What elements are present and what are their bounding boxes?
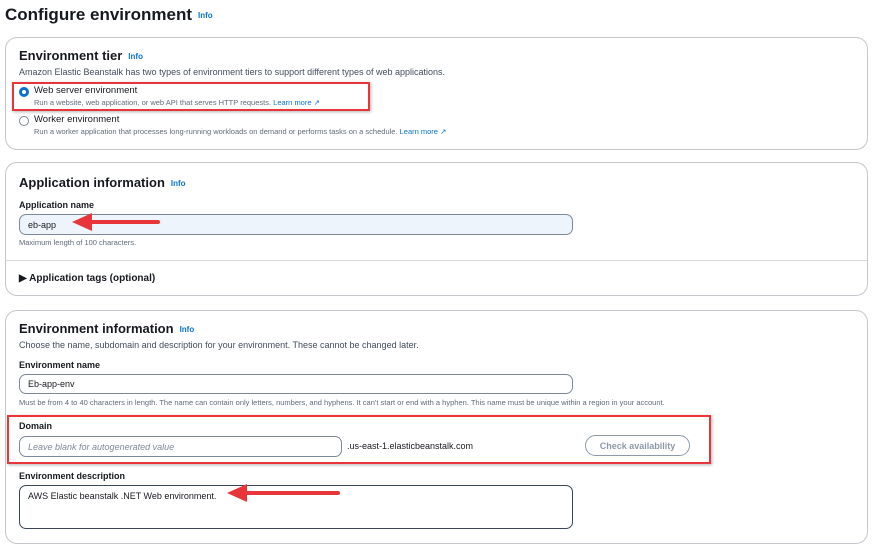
annotation-arrow-icon <box>72 213 160 231</box>
annotation-arrows <box>72 213 340 502</box>
annotation-arrow-icon <box>227 484 340 502</box>
